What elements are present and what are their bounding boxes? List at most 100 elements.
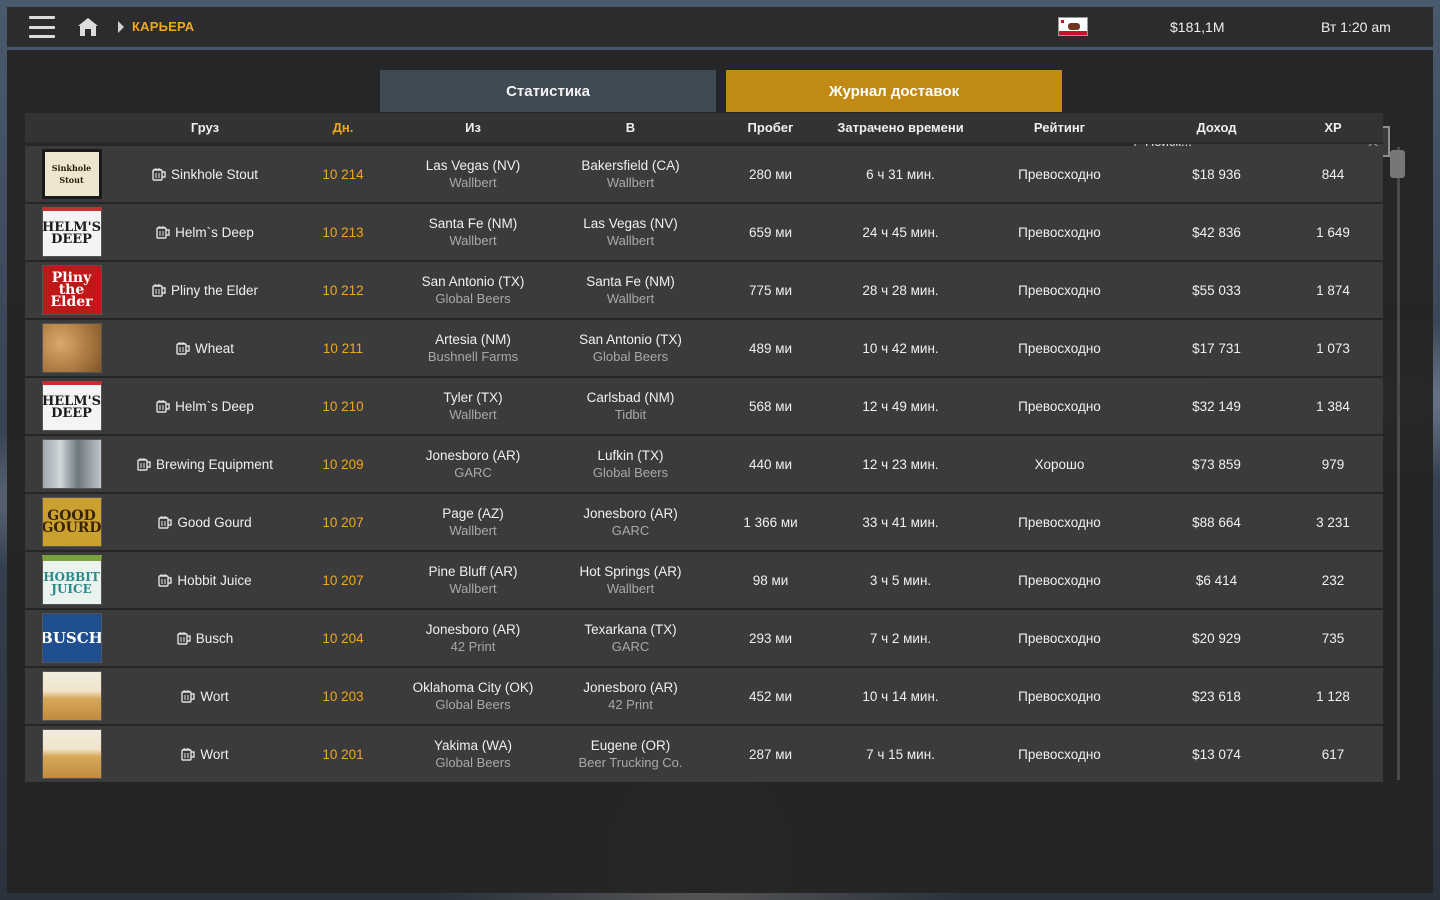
menu-icon[interactable]	[29, 16, 55, 38]
from-cell: Tyler (TX) Wallbert	[394, 389, 552, 423]
cargo-cell: Pliny the Elder	[118, 282, 292, 299]
cargo-thumbnail-cell	[25, 671, 118, 721]
beer-mug-icon	[158, 574, 173, 587]
cargo-cell: Busch	[118, 630, 292, 647]
cargo-name: Busch	[195, 630, 234, 646]
to-cell: San Antonio (TX) Global Beers	[552, 331, 709, 365]
header-xp[interactable]: XP	[1283, 120, 1383, 135]
scrollbar-track[interactable]	[1397, 147, 1400, 780]
from-cell: Oklahoma City (OK) Global Beers	[394, 679, 552, 713]
home-icon[interactable]	[77, 16, 99, 38]
to-cell: Jonesboro (AR) 42 Print	[552, 679, 709, 713]
income-value: $42 836	[1192, 224, 1241, 240]
xp-value: 617	[1321, 746, 1345, 762]
california-flag-icon	[1058, 17, 1088, 36]
to-cell: Las Vegas (NV) Wallbert	[552, 215, 709, 249]
table-row[interactable]: GOOD GOURD Good Gourd 10 207 Page (AZ) Wallb…	[25, 494, 1383, 550]
income-value: $20 929	[1192, 630, 1241, 646]
header-cargo[interactable]: Груз	[118, 120, 292, 135]
to-cell: Santa Fe (NM) Wallbert	[552, 273, 709, 307]
cargo-thumbnail-cell: GOOD GOURD	[25, 497, 118, 547]
table-header: Груз Дн. Из В Пробег Затрачено времени Р…	[25, 113, 1383, 144]
table-row[interactable]: Pliny the Elder Pliny the Elder 10 212 San …	[25, 262, 1383, 318]
to-cell: Bakersfield (CA) Wallbert	[552, 157, 709, 191]
income-value: $17 731	[1192, 340, 1241, 356]
from-cell: Yakima (WA) Global Beers	[394, 737, 552, 771]
tab-delivery-log[interactable]: Журнал доставок	[726, 70, 1062, 112]
distance-value: 287 ми	[748, 746, 793, 762]
tab-statistics[interactable]: Статистика	[380, 70, 716, 112]
day-value: 10 211	[322, 340, 364, 356]
xp-value: 735	[1321, 630, 1345, 646]
rating-value: Превосходно	[1018, 630, 1101, 646]
cargo-name: Wheat	[194, 340, 235, 356]
day-value: 10 201	[322, 746, 364, 762]
cargo-thumbnail: HELM'S DEEP	[41, 207, 102, 257]
from-city: Jonesboro (AR)	[425, 622, 521, 637]
header-income[interactable]: Доход	[1150, 120, 1283, 135]
table-row[interactable]: BUSCH Busch 10 204 Jonesboro (AR) 42 Print Te…	[25, 610, 1383, 666]
header-distance[interactable]: Пробег	[709, 120, 832, 135]
beer-mug-icon	[176, 342, 190, 355]
breadcrumb[interactable]: КАРЬЕРА	[132, 19, 194, 34]
day-value: 10 209	[322, 456, 364, 472]
to-company: 42 Print	[608, 697, 653, 712]
time-value: 3 ч 5 мин.	[869, 572, 932, 588]
header-rating[interactable]: Рейтинг	[969, 120, 1150, 135]
table-row[interactable]: HELM'S DEEP Helm`s Deep 10 213 Santa Fe (NM…	[25, 204, 1383, 260]
from-cell: Pine Bluff (AR) Wallbert	[394, 563, 552, 597]
beer-mug-icon	[156, 400, 170, 413]
to-cell: Jonesboro (AR) GARC	[552, 505, 709, 539]
xp-value: 1 384	[1316, 398, 1350, 414]
table-row[interactable]: Wort 10 201 Yakima (WA) Global Beers Eugene …	[25, 726, 1383, 782]
from-cell: Las Vegas (NV) Wallbert	[394, 157, 552, 191]
table-row[interactable]: Wheat 10 211 Artesia (NM) Bushnell Farms San…	[25, 320, 1383, 376]
rating-value: Превосходно	[1018, 340, 1101, 356]
to-cell: Texarkana (TX) GARC	[552, 621, 709, 655]
distance-value: 293 ми	[748, 630, 793, 646]
scrollbar-thumb[interactable]	[1390, 150, 1405, 178]
xp-value: 3 231	[1316, 514, 1350, 530]
cargo-thumbnail-cell	[25, 439, 118, 489]
from-company: Wallbert	[449, 581, 497, 596]
to-company: Global Beers	[592, 465, 669, 480]
cargo-thumbnail: GOOD GOURD	[41, 497, 102, 547]
header-day[interactable]: Дн.	[292, 120, 394, 135]
cargo-name: Pliny the Elder	[170, 282, 259, 298]
distance-value: 98 ми	[752, 572, 789, 588]
cargo-thumbnail-cell: HELM'S DEEP	[25, 207, 118, 257]
cargo-thumbnail	[41, 439, 102, 489]
to-city: Eugene (OR)	[590, 738, 671, 753]
from-company: Wallbert	[449, 233, 497, 248]
table-row[interactable]: Brewing Equipment 10 209 Jonesboro (AR) GAR…	[25, 436, 1383, 492]
table-row[interactable]: HOBBIT JUICE Hobbit Juice 10 207 Pine Bluff…	[25, 552, 1383, 608]
distance-value: 659 ми	[748, 224, 793, 240]
cargo-name: Helm`s Deep	[175, 224, 254, 240]
header-to[interactable]: В	[552, 120, 709, 135]
time-value: 24 ч 45 мин.	[862, 224, 939, 240]
from-city: Jonesboro (AR)	[425, 448, 521, 463]
cargo-thumbnail: BUSCH	[41, 613, 102, 663]
time-value: 33 ч 41 мин.	[862, 514, 939, 530]
rating-value: Превосходно	[1018, 572, 1101, 588]
xp-value: 979	[1321, 456, 1345, 472]
beer-mug-icon	[152, 284, 166, 297]
cargo-thumbnail-cell: Pliny the Elder	[25, 265, 118, 315]
from-company: Wallbert	[449, 407, 497, 422]
from-city: Pine Bluff (AR)	[428, 564, 518, 579]
header-time[interactable]: Затрачено времени	[832, 120, 969, 135]
xp-value: 1 649	[1316, 224, 1350, 240]
from-company: Wallbert	[449, 523, 497, 538]
table-row[interactable]: Sinkhole Stout Sinkhole Stout 10 214 Las Ve…	[25, 146, 1383, 202]
table-row[interactable]: Wort 10 203 Oklahoma City (OK) Global Beers…	[25, 668, 1383, 724]
distance-value: 1 366 ми	[743, 514, 798, 530]
table-row[interactable]: HELM'S DEEP Helm`s Deep 10 210 Tyler (TX) Wa…	[25, 378, 1383, 434]
day-value: 10 212	[322, 282, 364, 298]
header-from[interactable]: Из	[394, 120, 552, 135]
from-cell: Santa Fe (NM) Wallbert	[394, 215, 552, 249]
beer-mug-icon	[156, 226, 170, 239]
distance-value: 568 ми	[748, 398, 793, 414]
day-value: 10 210	[322, 398, 364, 414]
from-city: Artesia (NM)	[435, 332, 511, 347]
cargo-thumbnail-cell: HELM'S DEEP	[25, 381, 118, 431]
